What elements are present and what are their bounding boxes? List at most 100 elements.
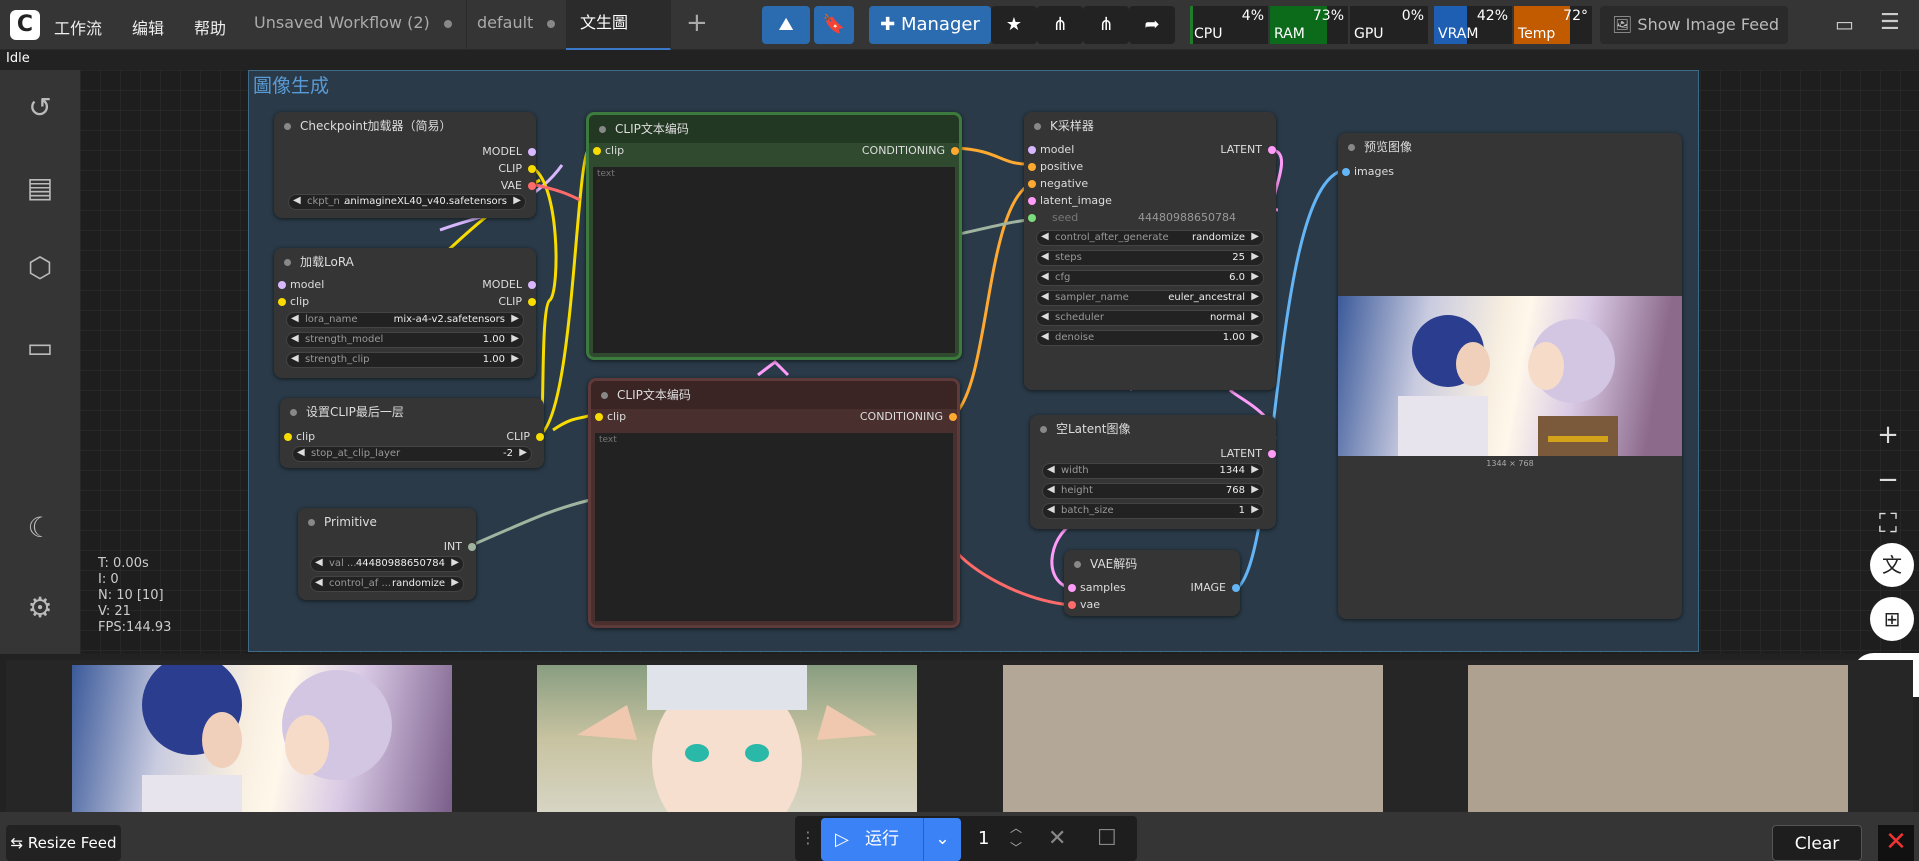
node-title: CLIP文本编码 xyxy=(591,381,957,409)
node-primitive[interactable]: Primitive INT val ...444809886507​84 con… xyxy=(298,508,476,600)
share-icon[interactable]: ➦ xyxy=(1129,6,1175,44)
manager-button[interactable]: ✚ Manager xyxy=(869,6,991,44)
stepper-down-icon[interactable]: ﹀ xyxy=(1010,838,1022,858)
feed-thumbnail-1[interactable] xyxy=(72,665,452,812)
queue-icon[interactable]: ▤ xyxy=(22,170,58,206)
model-icon[interactable]: ⋔ xyxy=(1037,6,1083,44)
output-conditioning-dot[interactable] xyxy=(949,413,957,421)
tab-txt2img[interactable]: 文生圖 xyxy=(566,0,671,50)
prompt-textarea[interactable]: text xyxy=(595,433,953,621)
input-model-dot[interactable] xyxy=(278,281,286,289)
input-clip-dot[interactable] xyxy=(284,433,292,441)
stop-icon[interactable]: ☐ xyxy=(1097,826,1117,851)
output-conditioning-dot[interactable] xyxy=(951,147,959,155)
panel-toggle-icon[interactable]: ▭ xyxy=(1835,12,1854,36)
output-model-dot[interactable] xyxy=(528,148,536,156)
input-clip-dot[interactable] xyxy=(595,413,603,421)
output-latent-dot[interactable] xyxy=(1268,450,1276,458)
input-positive-dot[interactable] xyxy=(1028,163,1036,171)
close-feed-icon[interactable]: ✕ xyxy=(1878,825,1914,861)
node-clip-set-last-layer[interactable]: 设置CLIP最后一层 clip CLIP stop_at_clip_layer -… xyxy=(280,398,544,468)
widget-strength-clip[interactable]: strength_clip 1.00 xyxy=(286,352,524,368)
output-int-dot[interactable] xyxy=(468,543,476,551)
prompt-textarea[interactable]: text xyxy=(593,167,955,353)
resize-feed-button[interactable]: ⇆ Resize Feed xyxy=(6,825,121,861)
apps-grid-icon[interactable]: ⊞ xyxy=(1870,597,1914,641)
output-clip-dot[interactable] xyxy=(536,433,544,441)
widget-steps[interactable]: steps 25 xyxy=(1036,250,1264,266)
zoom-out-icon[interactable]: − xyxy=(1866,458,1910,502)
model-update-icon[interactable]: ⋔ xyxy=(1083,6,1129,44)
node-load-lora[interactable]: 加载LoRA model clip MODEL CLIP lora_name mi… xyxy=(274,248,536,378)
batch-count-input[interactable]: 1 xyxy=(978,828,989,849)
comfy-logo[interactable]: C xyxy=(10,10,40,40)
node-preview-image[interactable]: 预览图像 images 1344 × 768 xyxy=(1338,133,1682,619)
fit-view-icon[interactable]: ⛶ xyxy=(1866,502,1910,546)
widget-strength-model[interactable]: strength_model 1.00 xyxy=(286,332,524,348)
tab-default[interactable]: default xyxy=(463,0,571,50)
menu-help[interactable]: 帮助 xyxy=(194,15,226,39)
input-clip-dot[interactable] xyxy=(593,147,601,155)
widget-width[interactable]: width 1344 xyxy=(1042,463,1264,479)
output-clip-dot[interactable] xyxy=(528,298,536,306)
bookmark-icon[interactable]: 🔖 xyxy=(814,6,854,44)
input-vae-dot[interactable] xyxy=(1068,601,1076,609)
menu-workflow[interactable]: 工作流 xyxy=(54,15,102,39)
history-icon[interactable]: ↺ xyxy=(22,90,58,126)
zoom-in-icon[interactable]: + xyxy=(1866,413,1910,457)
widget-lora-name[interactable]: lora_name mix-a4-v2.safetensors xyxy=(286,312,524,328)
widget-scheduler[interactable]: scheduler normal xyxy=(1036,310,1264,326)
output-model-dot[interactable] xyxy=(528,281,536,289)
feed-thumbnail-4[interactable] xyxy=(1468,665,1848,812)
widget-sampler-name[interactable]: sampler_name euler_ancestral xyxy=(1036,290,1264,306)
feed-thumbnail-3[interactable] xyxy=(1003,665,1383,812)
input-seed-dot[interactable] xyxy=(1028,214,1036,222)
run-options-chevron-icon[interactable]: ⌄ xyxy=(923,818,961,861)
hamburger-menu-icon[interactable]: ☰ xyxy=(1880,10,1900,35)
stepper-up-icon[interactable]: ︿ xyxy=(1010,818,1022,838)
widget-control-after[interactable]: control_af ...randomize xyxy=(310,576,464,592)
add-tab-icon[interactable]: + xyxy=(686,8,708,38)
workflows-folder-icon[interactable]: ▭ xyxy=(22,330,58,366)
show-image-feed-button[interactable]: 🖼 Show Image Feed xyxy=(1600,6,1788,44)
settings-gear-icon[interactable]: ⚙ xyxy=(22,590,58,626)
batch-stepper[interactable]: ︿ ﹀ xyxy=(1010,818,1022,858)
widget-batch-size[interactable]: batch_size 1 xyxy=(1042,503,1264,519)
translate-icon[interactable]: 文 xyxy=(1870,543,1914,587)
output-image-dot[interactable] xyxy=(1232,584,1240,592)
node-checkpoint-loader[interactable]: Checkpoint加载器（简易） MODEL CLIP VAE ckpt_n … xyxy=(274,112,536,218)
input-latent-dot[interactable] xyxy=(1028,197,1036,205)
node-ksampler[interactable]: K采样器 model positive negative latent_imag… xyxy=(1024,112,1276,390)
preview-image[interactable] xyxy=(1338,296,1682,456)
star-icon[interactable]: ★ xyxy=(991,6,1037,44)
input-images-dot[interactable] xyxy=(1342,168,1350,176)
input-negative-dot[interactable] xyxy=(1028,180,1036,188)
mountain-icon[interactable]: ⛰ xyxy=(762,6,810,44)
theme-moon-icon[interactable]: ☾ xyxy=(22,510,58,546)
output-clip-dot[interactable] xyxy=(528,165,536,173)
cancel-icon[interactable]: ✕ xyxy=(1048,826,1066,851)
model-library-icon[interactable]: ⬡ xyxy=(22,250,58,286)
tab-unsaved-workflow[interactable]: Unsaved Workflow (2) xyxy=(240,0,467,50)
output-vae-dot[interactable] xyxy=(528,182,536,190)
feed-thumbnail-2[interactable] xyxy=(537,665,917,812)
output-latent-dot[interactable] xyxy=(1268,146,1276,154)
widget-denoise[interactable]: denoise 1.00 xyxy=(1036,330,1264,346)
input-model-dot[interactable] xyxy=(1028,146,1036,154)
widget-stop-at-clip-layer[interactable]: stop_at_clip_layer -2 xyxy=(292,446,532,462)
node-empty-latent-image[interactable]: 空Latent图像 LATENT width 1344 height 768 bat… xyxy=(1030,415,1276,529)
node-clip-text-encode-negative[interactable]: CLIP文本编码 clip CONDITIONING text xyxy=(588,378,960,628)
node-clip-text-encode-positive[interactable]: CLIP文本编码 clip CONDITIONING text xyxy=(586,112,962,360)
input-samples-dot[interactable] xyxy=(1068,584,1076,592)
node-vae-decode[interactable]: VAE解码 samples vae IMAGE xyxy=(1064,550,1240,616)
menu-edit[interactable]: 编辑 xyxy=(132,15,164,39)
widget-value[interactable]: val ...444809886507​84 xyxy=(310,556,464,572)
widget-cfg[interactable]: cfg 6.0 xyxy=(1036,270,1264,286)
run-button[interactable]: ▷ 运行 ⌄ xyxy=(821,818,961,861)
widget-height[interactable]: height 768 xyxy=(1042,483,1264,499)
widget-ckpt-name[interactable]: ckpt_n ...animagineXL40_v40.safetensors xyxy=(288,194,526,210)
node-title: Checkpoint加载器（简易） xyxy=(274,112,536,140)
widget-control-after-generate[interactable]: control_after_generate randomize xyxy=(1036,230,1264,246)
input-clip-dot[interactable] xyxy=(278,298,286,306)
clear-button[interactable]: Clear xyxy=(1772,825,1862,861)
